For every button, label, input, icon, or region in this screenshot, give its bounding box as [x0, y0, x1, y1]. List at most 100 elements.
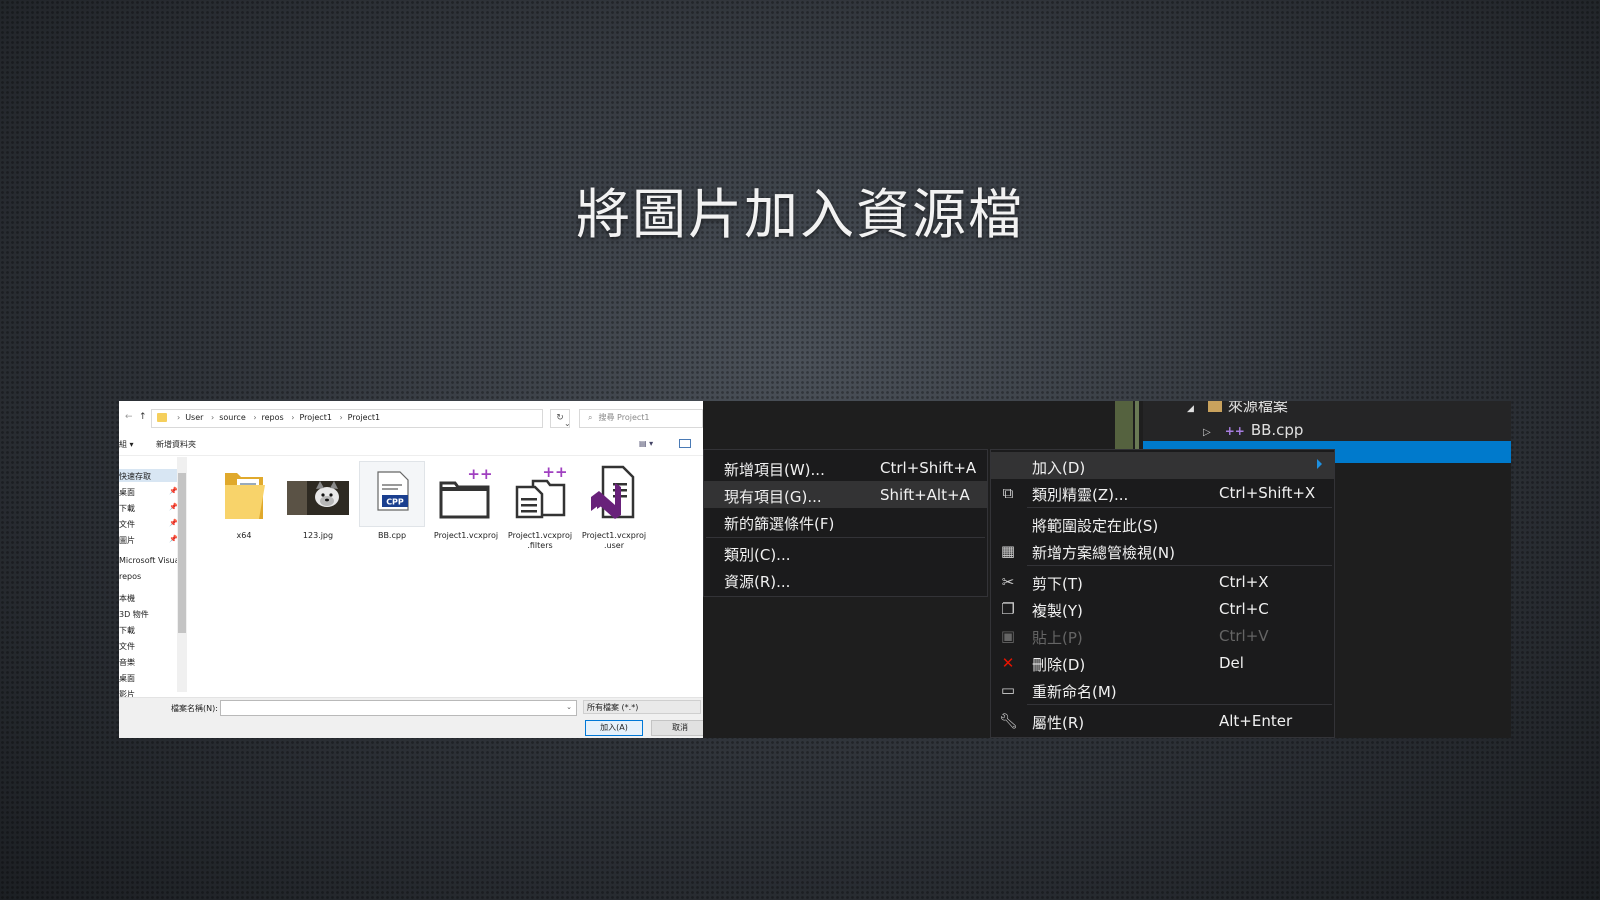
menu-item-label: 新的篩選條件(F) — [724, 515, 835, 533]
list-item[interactable]: CPP BB.cpp — [357, 461, 427, 541]
nav-item[interactable]: 桌面 — [119, 487, 135, 498]
nav-item[interactable]: repos — [119, 572, 141, 581]
editor-margin — [1115, 401, 1133, 449]
cpp-file-icon: CPP — [359, 461, 425, 527]
nav-item[interactable]: 下載 — [119, 625, 135, 636]
file-name: x64 — [236, 531, 252, 540]
view-options-icon[interactable]: ▤ ▾ — [639, 439, 653, 448]
menu-item-shortcut: Ctrl+X — [1219, 573, 1269, 591]
menu-item-delete[interactable]: ✕ 刪除(D) Del — [991, 649, 1334, 676]
address-bar[interactable]: › User › source › repos › Project1 › Project1… — [151, 409, 571, 428]
nav-item[interactable]: 下載 — [119, 503, 135, 514]
menu-item-label: 加入(D) — [1032, 459, 1086, 477]
delete-icon: ✕ — [1001, 654, 1015, 672]
menu-item-new-filter[interactable]: 新的篩選條件(F) — [704, 508, 987, 535]
menu-item-shortcut: Shift+Alt+A — [880, 486, 970, 504]
menu-item-shortcut: Del — [1219, 654, 1244, 672]
refresh-icon[interactable]: ↻ — [550, 409, 570, 428]
menu-item-new-solution-view[interactable]: ▦ 新增方案總管檢視(N) — [991, 537, 1334, 564]
breadcrumb-item[interactable]: Project1 — [348, 413, 380, 422]
nav-item[interactable]: 文件 — [119, 519, 135, 530]
vs-user-icon — [581, 461, 647, 527]
menu-item-cut[interactable]: ✂ 剪下(T) Ctrl+X — [991, 568, 1334, 595]
nav-item[interactable]: 快速存取 — [119, 471, 151, 482]
list-item[interactable]: ++ Project1.vcxproj .filters — [505, 461, 575, 551]
filter-folder-icon — [1207, 401, 1222, 412]
menu-separator — [1027, 565, 1332, 566]
file-name: 123.jpg — [302, 531, 334, 540]
file-name: BB.cpp — [377, 531, 407, 540]
expanded-triangle-icon[interactable]: ◢ — [1187, 404, 1194, 414]
cancel-button[interactable]: 取消 — [651, 720, 703, 736]
list-item[interactable]: ++ Project1.vcxproj — [431, 461, 501, 541]
cpp-file-icon: ++ — [1224, 424, 1245, 438]
menu-item-new-item[interactable]: 新增項目(W)... Ctrl+Shift+A — [704, 454, 987, 481]
tree-item-label: BB.cpp — [1250, 421, 1304, 439]
visual-studio-area: ◢ 來源檔案 ▷ ++ BB.cpp 新增項目(W)... Ctrl+Shift+A … — [703, 401, 1511, 738]
menu-item-label: 現有項目(G)... — [724, 488, 822, 506]
filename-field[interactable]: ⌄ — [220, 700, 577, 716]
nav-item[interactable]: 圖片 — [119, 535, 135, 546]
tree-item-bb-cpp[interactable]: ▷ ++ BB.cpp — [1203, 421, 1303, 439]
file-name: Project1.vcxproj .user — [581, 531, 647, 550]
tree-item-source-files[interactable]: ◢ 來源檔案 — [1187, 401, 1288, 416]
menu-item-scope-to-this[interactable]: 將範圍設定在此(S) — [991, 510, 1334, 537]
menu-item-paste[interactable]: ▣ 貼上(P) Ctrl+V — [991, 622, 1334, 649]
menu-item-rename[interactable]: ▭ 重新命名(M) — [991, 676, 1334, 703]
new-folder-button[interactable]: 新增資料夾 — [156, 439, 196, 450]
menu-separator — [1027, 704, 1332, 705]
nav-scrollbar-thumb[interactable] — [178, 473, 186, 633]
preview-pane-icon[interactable] — [679, 439, 691, 448]
project-context-menu: 加入(D) ⧉ 類別精靈(Z)... Ctrl+Shift+X 將範圍設定在此(… — [990, 449, 1335, 738]
menu-separator — [1027, 507, 1332, 508]
breadcrumb-item[interactable]: repos — [262, 413, 284, 422]
list-item[interactable]: Project1.vcxproj .user — [579, 461, 649, 551]
add-submenu: 新增項目(W)... Ctrl+Shift+A 現有項目(G)... Shift… — [703, 449, 988, 597]
add-button[interactable]: 加入(A) — [585, 720, 643, 736]
menu-item-properties[interactable]: 🔧︎ 屬性(R) Alt+Enter — [991, 707, 1334, 734]
nav-item[interactable]: 音樂 — [119, 657, 135, 668]
nav-item[interactable]: 本機 — [119, 593, 135, 604]
tree-item-label: 來源檔案 — [1227, 401, 1288, 415]
menu-item-label: 資源(R)... — [724, 573, 791, 591]
up-arrow-icon[interactable]: ↑ — [139, 412, 147, 422]
menu-item-label: 重新命名(M) — [1032, 683, 1117, 701]
menu-item-add[interactable]: 加入(D) — [991, 452, 1334, 479]
file-name: Project1.vcxproj .filters — [507, 531, 573, 550]
submenu-arrow-icon — [1317, 459, 1322, 469]
dialog-footer: 檔案名稱(N): ⌄ 所有檔案 (*.*) 加入(A) 取消 — [119, 697, 703, 738]
list-item[interactable]: x64 — [209, 461, 279, 541]
menu-item-copy[interactable]: ❐ 複製(Y) Ctrl+C — [991, 595, 1334, 622]
menu-item-existing-item[interactable]: 現有項目(G)... Shift+Alt+A — [704, 481, 987, 508]
filetype-select[interactable]: 所有檔案 (*.*) — [583, 700, 701, 714]
collapsed-triangle-icon[interactable]: ▷ — [1203, 427, 1211, 438]
nav-item[interactable]: 桌面 — [119, 673, 135, 684]
command-bar: 組 ▾ 新增資料夾 ▤ ▾ — [119, 435, 703, 456]
vcxproj-icon: ++ — [433, 461, 499, 527]
filters-icon: ++ — [507, 461, 573, 527]
menu-item-class[interactable]: 類別(C)... — [704, 539, 987, 566]
list-item[interactable]: 123.jpg — [283, 461, 353, 541]
class-wizard-icon: ⧉ — [1002, 484, 1014, 502]
add-existing-item-dialog: ← ↑ › User › source › repos › Project1 › Proj… — [119, 401, 703, 738]
filename-label: 檔案名稱(N): — [171, 704, 218, 713]
folder-icon — [211, 461, 277, 527]
menu-item-resource[interactable]: 資源(R)... — [704, 566, 987, 593]
back-arrow-icon[interactable]: ← — [125, 412, 133, 422]
breadcrumb-item[interactable]: User — [185, 413, 203, 422]
scissors-icon: ✂ — [1001, 573, 1015, 591]
breadcrumb-item[interactable]: source — [219, 413, 246, 422]
search-icon: ⌕ — [588, 413, 593, 422]
breadcrumb-item[interactable]: Project1 — [299, 413, 331, 422]
paste-icon: ▣ — [1000, 627, 1016, 645]
organize-button[interactable]: 組 ▾ — [119, 439, 134, 450]
menu-item-shortcut: Ctrl+Shift+X — [1219, 484, 1316, 502]
nav-item[interactable]: 文件 — [119, 641, 135, 652]
nav-item[interactable]: 3D 物件 — [119, 609, 149, 620]
menu-item-shortcut: Ctrl+C — [1219, 600, 1269, 618]
search-input[interactable]: ⌕ 搜尋 Project1 — [579, 409, 703, 428]
menu-item-class-wizard[interactable]: ⧉ 類別精靈(Z)... Ctrl+Shift+X — [991, 479, 1334, 506]
nav-item[interactable]: Microsoft Visual — [119, 556, 182, 565]
chevron-down-icon[interactable]: ⌄ — [566, 703, 572, 711]
menu-item-shortcut: Alt+Enter — [1219, 712, 1293, 730]
